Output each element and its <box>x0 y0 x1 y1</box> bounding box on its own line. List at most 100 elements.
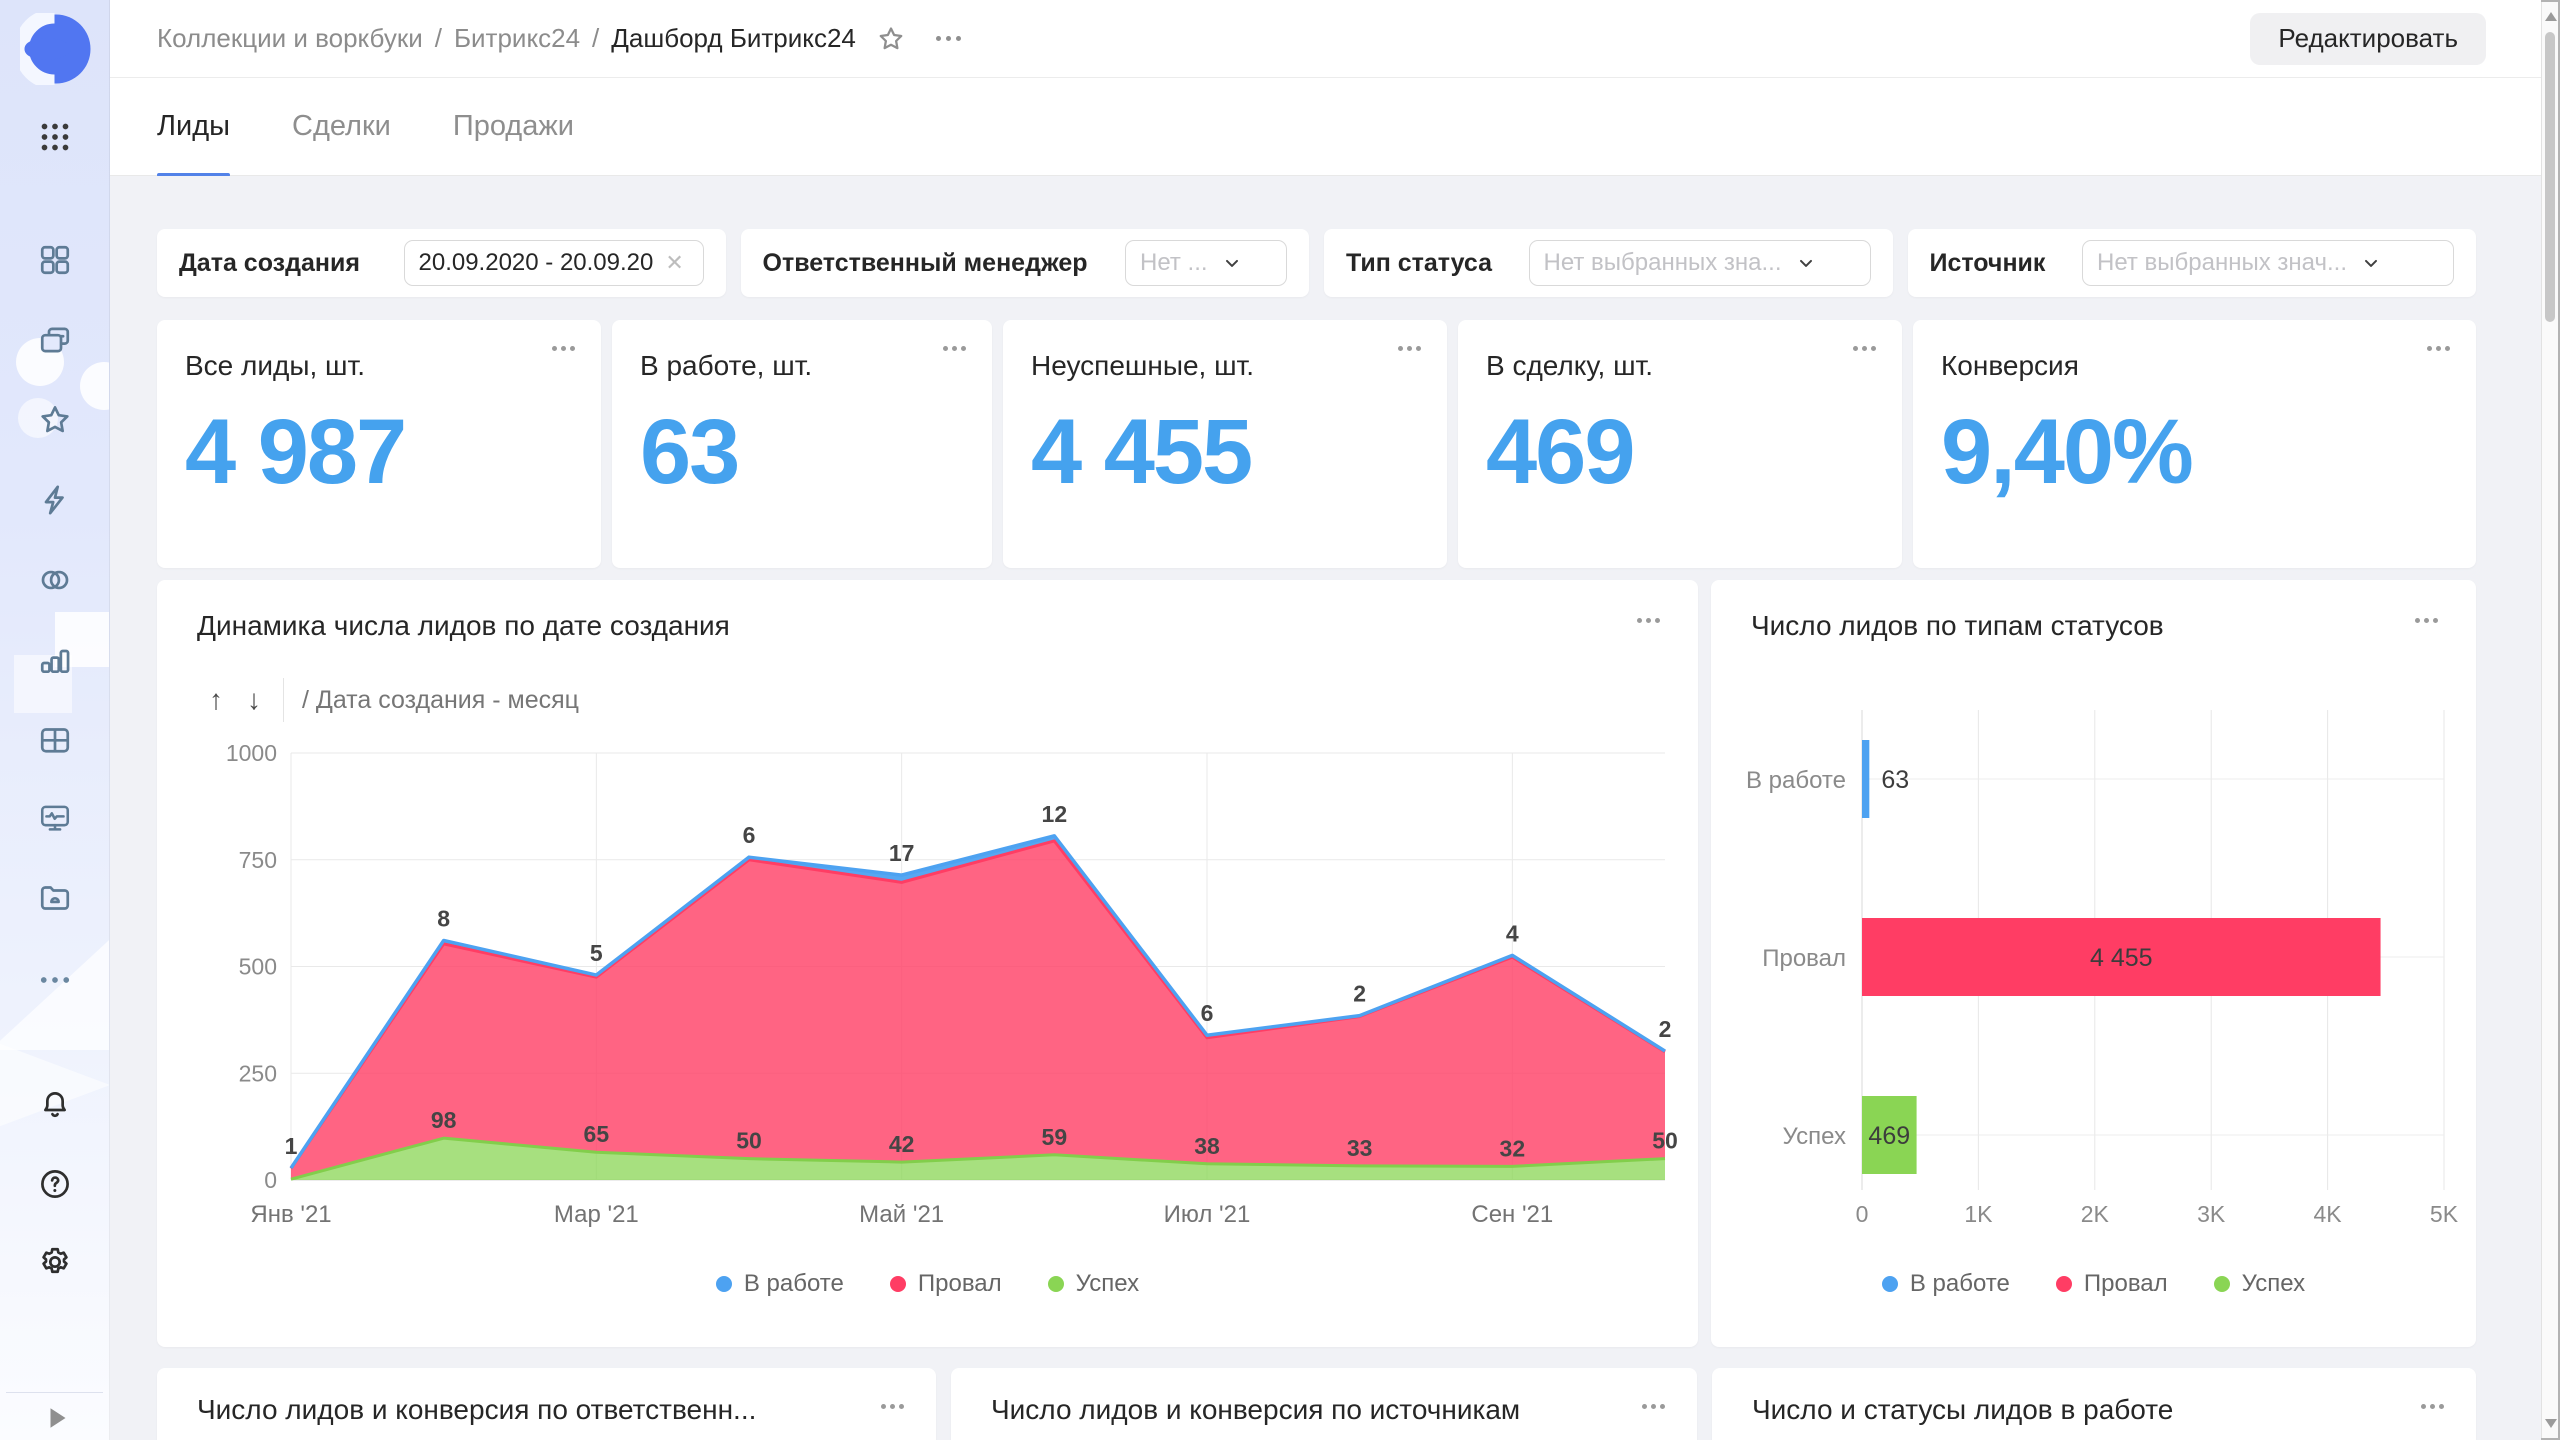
legend-item[interactable]: Провал <box>890 1270 1002 1298</box>
select-placeholder: Нет ... <box>1140 249 1208 277</box>
drill-up-icon[interactable]: ↑ <box>197 684 235 716</box>
header-more-icon[interactable] <box>936 36 961 41</box>
date-range-input[interactable]: 20.09.2020 - 20.09.20 ✕ <box>404 240 704 286</box>
help-icon[interactable] <box>35 1164 75 1204</box>
svg-text:4 455: 4 455 <box>2090 944 2153 972</box>
svg-text:50: 50 <box>736 1128 762 1154</box>
breadcrumb-current: Дашборд Битрикс24 <box>611 23 856 54</box>
sidebar-item-connections[interactable] <box>35 480 75 520</box>
edit-button[interactable]: Редактировать <box>2250 13 2486 65</box>
card-menu-icon[interactable] <box>1398 346 1421 351</box>
svg-text:63: 63 <box>1881 766 1909 794</box>
kpi-title: В сделку, шт. <box>1486 350 1874 382</box>
svg-text:750: 750 <box>239 847 277 873</box>
legend-label: Успех <box>1076 1270 1139 1298</box>
datalens-logo[interactable] <box>20 13 92 85</box>
kpi-value: 9,40% <box>1941 400 2448 505</box>
notifications-bell-icon[interactable] <box>35 1084 75 1124</box>
chevron-down-icon <box>1222 253 1242 273</box>
svg-text:59: 59 <box>1042 1124 1068 1150</box>
kpi-unsuccessful: Неуспешные, шт. 4 455 <box>1003 320 1447 568</box>
legend-label: Провал <box>2084 1270 2168 1298</box>
breadcrumb-separator: / <box>592 23 599 54</box>
card-menu-icon[interactable] <box>2427 346 2450 351</box>
sidebar-item-dashboards[interactable] <box>35 798 75 838</box>
status-type-select[interactable]: Нет выбранных зна... <box>1529 240 1871 286</box>
breadcrumb-separator: / <box>435 23 442 54</box>
chart-title: Число лидов и конверсия по ответственн..… <box>197 1394 756 1426</box>
favorite-star-icon[interactable] <box>876 24 906 54</box>
chevron-down-icon <box>2361 253 2381 273</box>
svg-text:2: 2 <box>1353 981 1366 1007</box>
sidebar-divider <box>6 1392 103 1393</box>
filter-creation-date: Дата создания 20.09.2020 - 20.09.20 ✕ <box>157 229 726 297</box>
tab-leads[interactable]: Лиды <box>157 78 230 175</box>
sidebar-item-collections[interactable] <box>35 240 75 280</box>
legend-item[interactable]: Успех <box>1048 1270 1139 1298</box>
card-menu-icon[interactable] <box>2415 618 2438 623</box>
kpi-conversion: Конверсия 9,40% <box>1913 320 2476 568</box>
kpi-title: Неуспешные, шт. <box>1031 350 1419 382</box>
bottom-cards-row: Число лидов и конверсия по ответственн..… <box>157 1368 2476 1440</box>
svg-text:65: 65 <box>584 1121 610 1147</box>
svg-text:50: 50 <box>1652 1128 1678 1154</box>
scrollbar-thumb[interactable] <box>2545 32 2555 322</box>
legend-dot-icon <box>2056 1276 2072 1292</box>
svg-text:1: 1 <box>285 1133 298 1159</box>
sidebar-expand-icon[interactable] <box>35 1398 75 1438</box>
scrollbar-down-icon[interactable] <box>2545 1419 2557 1428</box>
svg-text:Успех: Успех <box>1783 1123 1846 1150</box>
chart-title: Число и статусы лидов в работе <box>1752 1394 2173 1426</box>
sidebar-more-icon[interactable] <box>35 960 75 1000</box>
sidebar-item-datasets[interactable] <box>35 560 75 600</box>
apps-grid-icon[interactable] <box>35 117 75 157</box>
sidebar-item-workbooks[interactable] <box>35 320 75 360</box>
legend-label: В работе <box>1910 1270 2010 1298</box>
source-select[interactable]: Нет выбранных знач... <box>2082 240 2454 286</box>
card-menu-icon[interactable] <box>2421 1404 2444 1409</box>
clear-icon[interactable]: ✕ <box>665 250 683 276</box>
svg-text:2: 2 <box>1659 1016 1672 1042</box>
sidebar-item-tables[interactable] <box>35 720 75 760</box>
card-menu-icon[interactable] <box>943 346 966 351</box>
status-types-bar-chart[interactable]: 01K2K3K4K5KВ работе63Провал4 455Успех469 <box>1711 710 2477 1250</box>
card-menu-icon[interactable] <box>1642 1404 1665 1409</box>
charts-row: Динамика числа лидов по дате создания ↑ … <box>157 580 2476 1347</box>
card-menu-icon[interactable] <box>881 1404 904 1409</box>
svg-text:5: 5 <box>590 940 603 966</box>
card-menu-icon[interactable] <box>1853 346 1876 351</box>
leads-dynamics-area-chart[interactable]: 02505007501000Янв '21Мар '21Май '21Июл '… <box>167 730 1688 1250</box>
scrollbar-up-icon[interactable] <box>2545 12 2557 21</box>
breadcrumb-collections[interactable]: Коллекции и воркбуки <box>157 23 423 54</box>
drill-down-icon[interactable]: ↓ <box>235 684 273 716</box>
filter-label: Ответственный менеджер <box>763 249 1088 278</box>
scrollbar[interactable] <box>2541 2 2558 1438</box>
top-bar: Коллекции и воркбуки / Битрикс24 / Дашбо… <box>110 0 2541 78</box>
app-window: Коллекции и воркбуки / Битрикс24 / Дашбо… <box>0 0 2560 1440</box>
legend-item[interactable]: Успех <box>2214 1270 2305 1298</box>
legend-item[interactable]: В работе <box>716 1270 844 1298</box>
svg-text:98: 98 <box>431 1107 457 1133</box>
breadcrumb-workbook[interactable]: Битрикс24 <box>454 23 580 54</box>
svg-text:42: 42 <box>889 1131 915 1157</box>
kpi-row: Все лиды, шт. 4 987 В работе, шт. 63 Неу… <box>157 320 2476 568</box>
kpi-value: 63 <box>640 400 964 505</box>
manager-select[interactable]: Нет ... <box>1125 240 1287 286</box>
legend-dot-icon <box>890 1276 906 1292</box>
svg-text:Янв '21: Янв '21 <box>250 1201 331 1228</box>
kpi-to-deal: В сделку, шт. 469 <box>1458 320 1902 568</box>
sidebar-item-storage[interactable] <box>35 878 75 918</box>
chart-title: Динамика числа лидов по дате создания <box>197 610 730 642</box>
legend-item[interactable]: В работе <box>1882 1270 2010 1298</box>
settings-gear-icon[interactable] <box>35 1242 75 1282</box>
tab-deals[interactable]: Сделки <box>292 78 391 175</box>
tab-sales[interactable]: Продажи <box>453 78 574 175</box>
svg-text:6: 6 <box>743 822 756 848</box>
card-menu-icon[interactable] <box>1637 618 1660 623</box>
select-placeholder: Нет выбранных зна... <box>1544 249 1782 277</box>
legend-dot-icon <box>1882 1276 1898 1292</box>
card-menu-icon[interactable] <box>552 346 575 351</box>
sidebar-item-favorites[interactable] <box>35 400 75 440</box>
sidebar-item-charts[interactable] <box>35 640 75 680</box>
legend-item[interactable]: Провал <box>2056 1270 2168 1298</box>
